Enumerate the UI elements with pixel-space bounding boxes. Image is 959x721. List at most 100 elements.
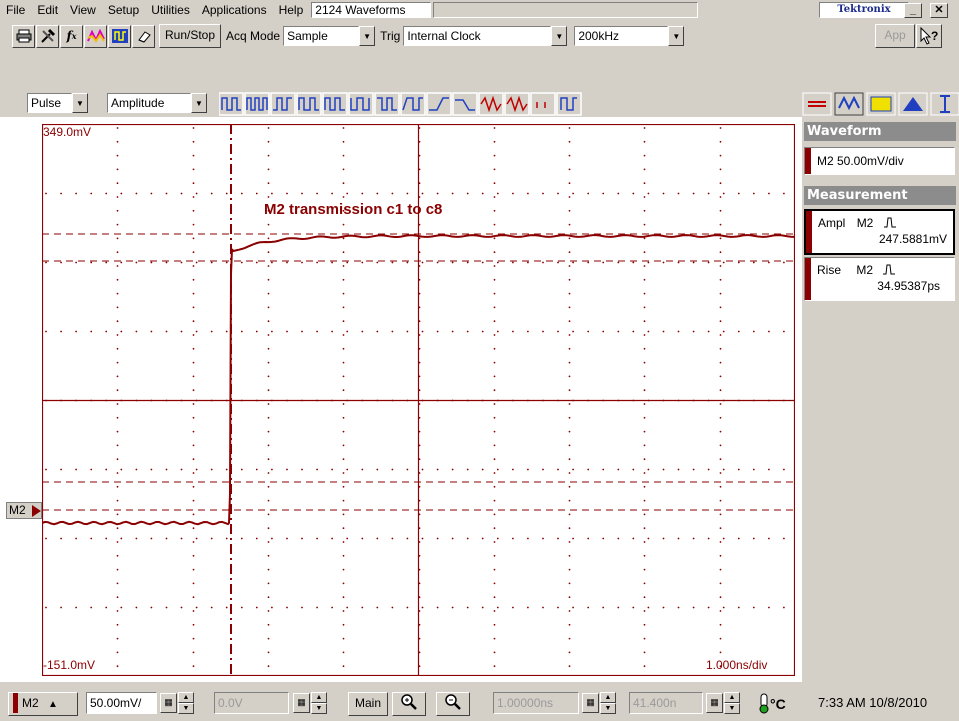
menu-help[interactable]: Help (273, 0, 310, 20)
menu-setup[interactable]: Setup (102, 0, 145, 20)
horizontal-position-field[interactable]: 1.00000ns (493, 692, 579, 714)
measurement-item-rise[interactable]: Rise M2 34.95387ps (804, 257, 955, 301)
channel-marker-arrow-icon (32, 505, 41, 517)
meas-type-value: Amplitude (107, 93, 191, 113)
measurement-icon-strip[interactable] (219, 92, 701, 116)
horizontal-position-spinner[interactable]: ▲ ▼ (600, 692, 616, 714)
timebase-main-button[interactable]: Main (348, 692, 388, 716)
menu-utilities[interactable]: Utilities (145, 0, 196, 20)
chevron-down-icon[interactable]: ▼ (668, 26, 685, 46)
channel-label: M2 (22, 696, 39, 710)
acq-mode-label: Acq Mode (226, 29, 281, 43)
waveform-header: Waveform (804, 122, 956, 141)
menu-bar: File Edit View Setup Utilities Applicati… (0, 0, 959, 20)
channel-color-tab (13, 693, 18, 713)
spin-up-icon[interactable]: ▲ (178, 692, 194, 703)
keypad-icon[interactable]: ▦ (160, 693, 177, 713)
spin-down-icon[interactable]: ▼ (178, 703, 194, 714)
date-time-display: 7:33 AM 10/8/2010 (818, 695, 928, 710)
chevron-down-icon[interactable]: ▼ (72, 93, 88, 113)
channel-marker-label: M2 (9, 503, 26, 517)
timebase-label: 1.000ns/div (706, 658, 768, 672)
keypad-icon[interactable]: ▦ (706, 693, 723, 713)
print-icon[interactable] (12, 24, 35, 48)
top-scale-label: 349.0mV (43, 125, 92, 139)
chevron-down-icon[interactable]: ▼ (359, 26, 376, 46)
trigger-source-value: Internal Clock (403, 26, 552, 46)
measurement-name: Ampl (818, 216, 846, 230)
menu-file[interactable]: File (0, 0, 31, 20)
horizontal-delay-spinner[interactable]: ▲ ▼ (724, 692, 740, 714)
meas-category-value: Pulse (27, 93, 72, 113)
zoom-icon[interactable] (436, 692, 470, 716)
spin-up-icon[interactable]: ▲ (724, 692, 740, 703)
measurement-source: M2 (856, 263, 874, 277)
measurement-item-tab (805, 258, 811, 300)
main-toolbar: fx Run/Stop Acq Mode Sample ▼ Trig Inter… (0, 21, 959, 51)
eraser-icon[interactable] (132, 24, 155, 48)
pulse-icon (883, 264, 896, 275)
keypad-icon[interactable]: ▦ (582, 693, 599, 713)
status-bar: M2 ▲ 50.00mV/ ▦ ▲ ▼ 0.0V ▦ ▲ ▼ Main 1.0000… (0, 683, 959, 721)
spin-down-icon[interactable]: ▼ (311, 703, 327, 714)
spin-down-icon[interactable]: ▼ (724, 703, 740, 714)
measurement-toolbar: Pulse ▼ Amplitude ▼ (0, 90, 959, 116)
acq-mode-select[interactable]: Sample ▼ (283, 26, 376, 46)
measurement-name: Rise (817, 263, 842, 277)
menu-applications[interactable]: Applications (196, 0, 273, 20)
waveform-item-tab (805, 148, 811, 174)
temperature-icon[interactable]: °C (757, 692, 793, 714)
help-pointer-icon[interactable]: ? (916, 24, 942, 48)
meas-category-select[interactable]: Pulse ▼ (27, 93, 88, 113)
measurement-item-ampl[interactable]: Ampl M2 247.5881mV (804, 209, 955, 255)
side-panel: Waveform M2 50.00mV/div Measurement Ampl… (802, 117, 959, 682)
spin-down-icon[interactable]: ▼ (600, 703, 616, 714)
trigger-rate-value: 200kHz (574, 26, 669, 46)
measurement-source: M2 (856, 216, 874, 230)
trigger-source-select[interactable]: Internal Clock ▼ (403, 26, 568, 46)
menu-edit[interactable]: Edit (31, 0, 64, 20)
status-field-blank (433, 2, 699, 18)
channel-marker[interactable]: M2 (6, 502, 42, 519)
spin-up-icon[interactable]: ▲ (600, 692, 616, 703)
channel-select-button[interactable]: M2 ▲ (8, 692, 78, 716)
horizontal-delay-field[interactable]: 41.400n (629, 692, 703, 714)
menu-view[interactable]: View (64, 0, 102, 20)
trigger-rate-select[interactable]: 200kHz ▼ (574, 26, 685, 46)
trig-label: Trig (380, 29, 401, 43)
offset-field[interactable]: 0.0V (214, 692, 289, 714)
measurement-header: Measurement (804, 186, 956, 205)
vertical-scale-field[interactable]: 50.00mV/ (86, 692, 157, 714)
chevron-up-icon: ▲ (48, 699, 58, 710)
acquisition-status: 2124 Waveforms (311, 2, 432, 18)
pulse-icon (883, 217, 896, 228)
keypad-icon[interactable]: ▦ (293, 693, 310, 713)
tools-icon[interactable] (36, 24, 59, 48)
display-mode-icon-strip[interactable] (802, 92, 959, 116)
acq-mode-value: Sample (283, 26, 360, 46)
spin-up-icon[interactable]: ▲ (311, 692, 327, 703)
bottom-scale-label: -151.0mV (43, 658, 96, 672)
zoom-in-icon[interactable] (392, 692, 426, 716)
meas-type-select[interactable]: Amplitude ▼ (107, 93, 207, 113)
cursor-icon[interactable] (108, 24, 131, 48)
close-button[interactable]: ✕ (930, 3, 948, 18)
measurement-value: 247.5881mV (878, 232, 947, 246)
chevron-down-icon[interactable]: ▼ (191, 93, 207, 113)
waveform-title: M2 transmission c1 to c8 (264, 201, 443, 218)
waveform-item-label: M2 50.00mV/div (817, 154, 904, 168)
offset-spinner[interactable]: ▲ ▼ (311, 692, 327, 714)
measurement-value: 34.95387ps (877, 279, 940, 293)
waveform-display[interactable]: 349.0mV -151.0mV 1.000ns/div M2 transmis… (0, 117, 802, 682)
vertical-scale-spinner[interactable]: ▲ ▼ (178, 692, 194, 714)
app-button[interactable]: App (875, 24, 915, 48)
waveform-item[interactable]: M2 50.00mV/div (804, 147, 955, 175)
brand-logo: Tektronix (819, 2, 909, 18)
svg-text:?: ? (931, 29, 938, 43)
minimize-button[interactable]: _ (904, 3, 922, 18)
waveform-color-icon[interactable] (84, 24, 107, 48)
math-function-icon[interactable]: fx (60, 24, 83, 48)
run-stop-button[interactable]: Run/Stop (159, 24, 222, 48)
chevron-down-icon[interactable]: ▼ (551, 26, 568, 46)
measurement-item-tab (806, 211, 812, 253)
